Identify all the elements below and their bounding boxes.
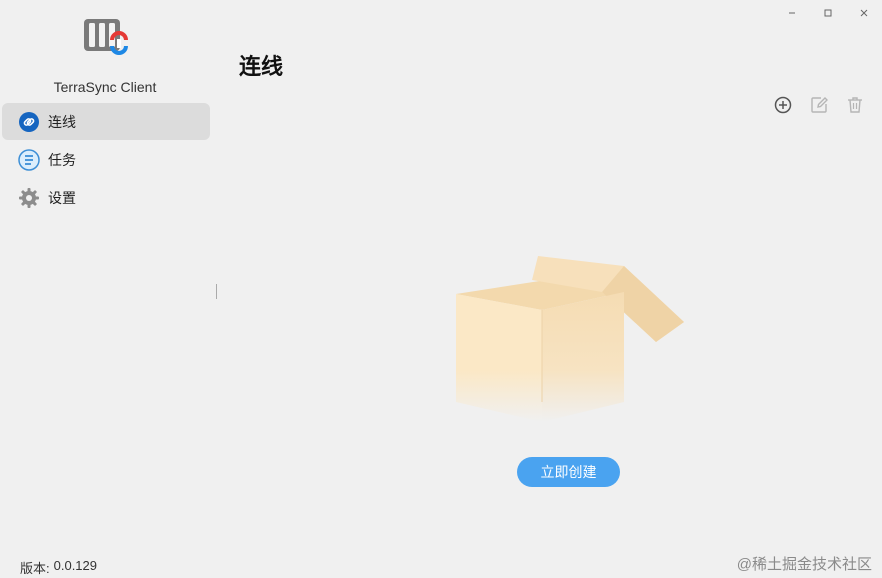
sidebar-item-settings[interactable]: 设置 (2, 179, 210, 216)
version-label: 版本: (20, 561, 50, 576)
main-content: 连线 立即创建 (220, 0, 882, 578)
task-list-icon (18, 148, 40, 171)
sidebar-item-label: 任务 (48, 151, 76, 168)
edit-button[interactable] (808, 94, 830, 116)
app-window: TerraSync Client 连线 任务 设置 版本: 0.0.129 连线… (0, 0, 882, 578)
empty-box-icon (452, 252, 688, 437)
sidebar-item-connections[interactable]: 连线 (2, 103, 210, 140)
edit-icon (811, 97, 828, 113)
sidebar-resize-handle[interactable] (216, 284, 219, 299)
add-circle-icon (774, 96, 792, 114)
delete-button[interactable] (844, 94, 866, 116)
watermark: @稀土掘金技术社区 (736, 556, 872, 573)
version-info: 版本: 0.0.129 (20, 558, 97, 577)
app-logo-icon (82, 16, 128, 60)
add-button[interactable] (772, 94, 794, 116)
sidebar-item-label: 连线 (48, 113, 76, 130)
sidebar: TerraSync Client 连线 任务 设置 版本: 0.0.129 (0, 0, 216, 578)
toolbar (772, 94, 866, 116)
app-name: TerraSync Client (53, 79, 157, 95)
gear-icon (18, 187, 40, 209)
link-icon (18, 111, 40, 133)
sidebar-nav: 连线 任务 设置 (2, 103, 210, 217)
version-value: 0.0.129 (53, 558, 97, 573)
trash-icon (848, 97, 862, 113)
sidebar-item-label: 设置 (48, 189, 76, 206)
sidebar-item-tasks[interactable]: 任务 (2, 141, 210, 178)
create-now-button[interactable]: 立即创建 (517, 457, 620, 487)
page-title: 连线 (239, 54, 284, 79)
